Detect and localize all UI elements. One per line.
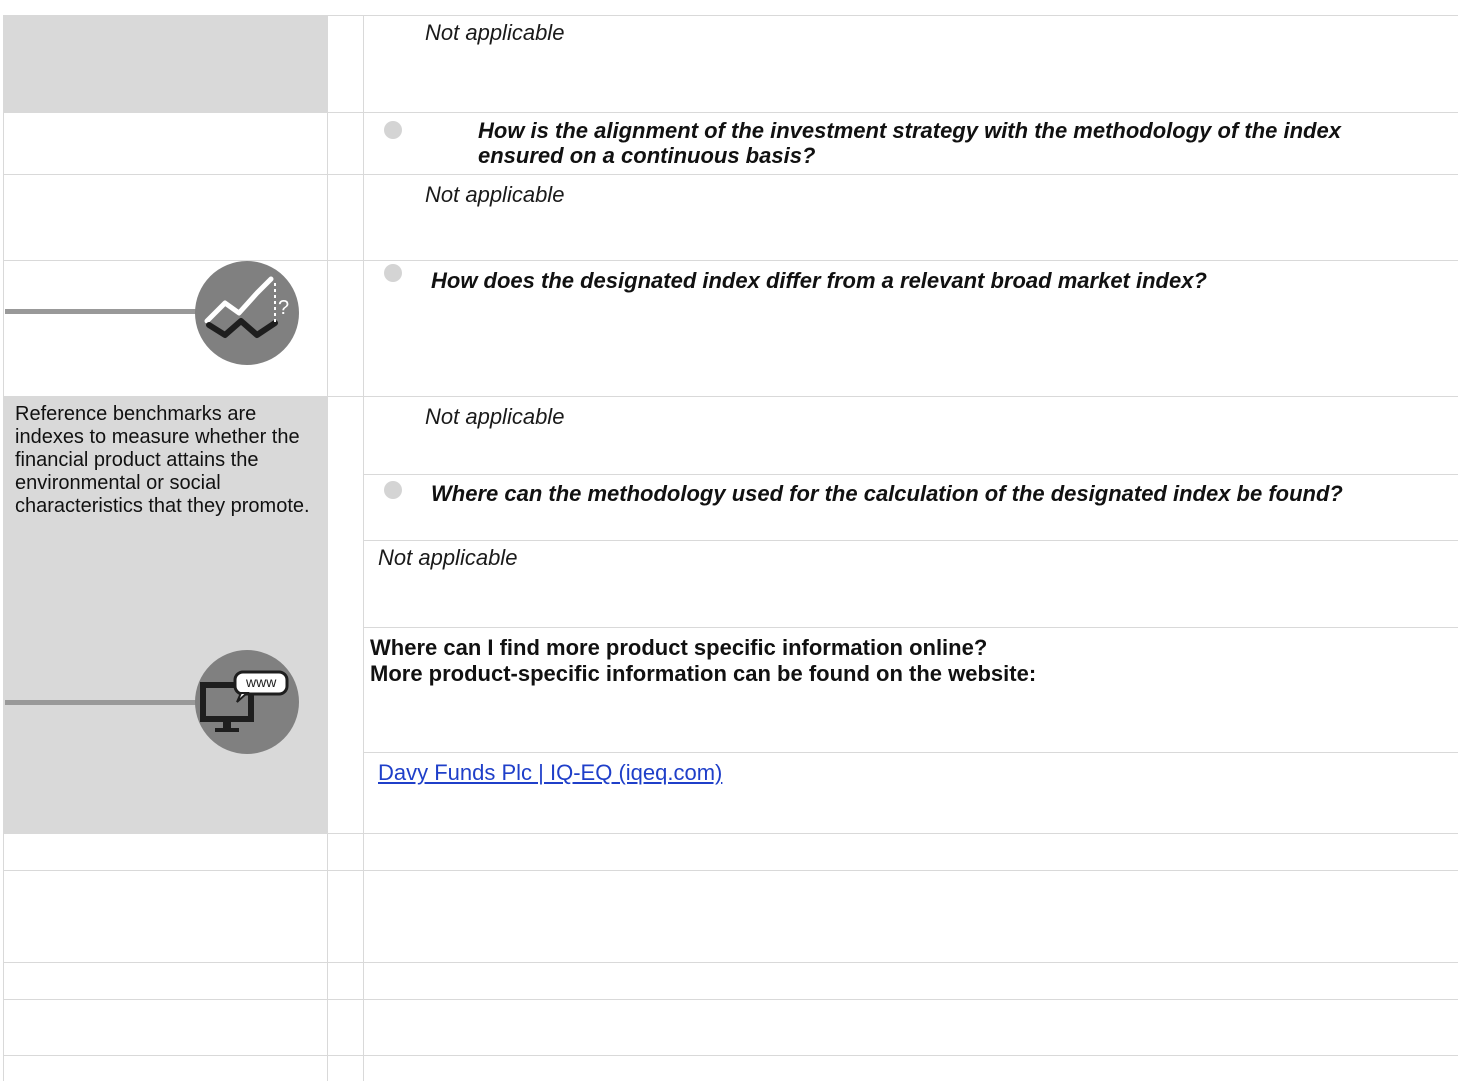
question-index-difference: How does the designated index differ fro… — [431, 268, 1207, 293]
question-methodology: Where can the methodology used for the c… — [431, 481, 1343, 506]
icon-connector-line — [5, 700, 200, 705]
question-alignment: How is the alignment of the investment s… — [478, 118, 1341, 168]
www-glyph: www — [246, 674, 277, 690]
reference-benchmark-definition: Reference benchmarks are indexes to meas… — [15, 403, 310, 517]
row-line — [363, 540, 1458, 541]
sidebar-block-top — [3, 15, 327, 112]
chart-question-icon: ? — [195, 261, 299, 365]
question-mark-glyph: ? — [278, 297, 290, 319]
row-line — [3, 112, 1458, 113]
row-line — [3, 174, 1458, 175]
row-line — [3, 396, 1458, 397]
not-applicable-text: Not applicable — [425, 20, 565, 45]
row-line — [3, 15, 1458, 16]
icon-connector-line — [5, 309, 200, 314]
row-line — [3, 999, 1458, 1000]
computer-www-icon: www — [195, 650, 299, 754]
not-applicable-text: Not applicable — [425, 182, 565, 207]
question-bullet — [384, 481, 402, 499]
row-line — [3, 870, 1458, 871]
question-bullet — [384, 121, 402, 139]
product-website-link[interactable]: Davy Funds Plc | IQ-EQ (iqeq.com) — [378, 760, 722, 786]
not-applicable-text: Not applicable — [425, 404, 565, 429]
online-info-body: More product-specific information can be… — [370, 661, 1037, 686]
computer-www-icon-graphic — [200, 670, 289, 732]
row-line — [3, 833, 1458, 834]
row-line — [363, 627, 1458, 628]
online-info-heading: Where can I find more product specific i… — [370, 635, 988, 660]
row-line — [3, 962, 1458, 963]
row-line — [363, 752, 1458, 753]
row-line — [363, 474, 1458, 475]
row-line — [3, 1055, 1458, 1056]
not-applicable-text: Not applicable — [378, 545, 518, 570]
question-bullet — [384, 264, 402, 282]
